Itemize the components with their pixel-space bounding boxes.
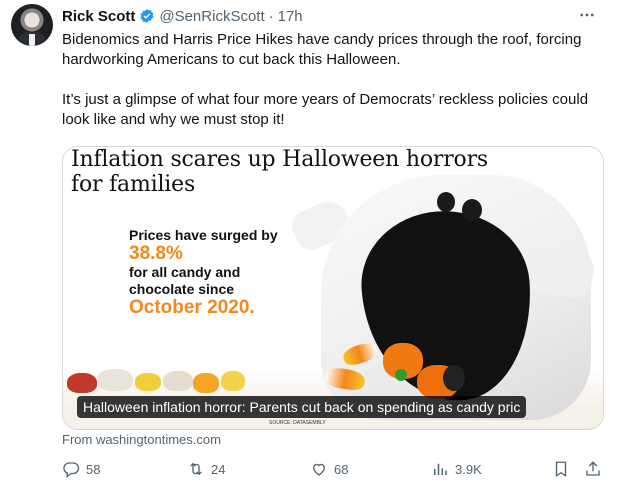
stat-line: for all candy and: [129, 264, 241, 280]
candy-wrapper: [67, 373, 97, 393]
avatar[interactable]: [11, 4, 53, 46]
card-source: SOURCE: DATASEMBLY: [269, 420, 326, 426]
author-name[interactable]: Rick Scott: [62, 8, 135, 25]
ghost-eye-right: [462, 199, 482, 221]
candy-wrapper: [193, 373, 219, 393]
views-icon: [434, 463, 447, 475]
price-stat: Prices have surged by 38.8% for all cand…: [129, 227, 278, 318]
bookmark-icon: [555, 461, 567, 478]
verified-badge-icon: [139, 8, 155, 24]
reply-button[interactable]: 58: [62, 456, 100, 482]
candy-wrapper: [443, 365, 465, 391]
candy-stem: [395, 369, 407, 381]
candy-wrapper: [163, 371, 193, 391]
repost-button[interactable]: 24: [187, 456, 225, 482]
action-bar: 58 24 68 3.9K: [62, 456, 607, 482]
timestamp[interactable]: 17h: [278, 8, 303, 25]
author-handle[interactable]: @SenRickScott: [159, 8, 264, 25]
card-source-link[interactable]: From washingtontimes.com: [62, 432, 221, 447]
more-options-icon[interactable]: [576, 4, 598, 26]
candy-wrapper: [135, 373, 161, 391]
stat-value: 38.8%: [129, 243, 183, 264]
reply-count: 58: [86, 461, 101, 477]
stat-line: Prices have surged by: [129, 227, 278, 243]
link-card[interactable]: Inflation scares up Halloween horrors fo…: [62, 146, 604, 430]
views-button[interactable]: 3.9K: [431, 456, 482, 482]
separator-dot: ·: [268, 7, 274, 25]
candy-wrapper: [97, 369, 133, 391]
tweet-text: Bidenomics and Harris Price Hikes have c…: [62, 30, 607, 130]
like-button[interactable]: 68: [310, 456, 348, 482]
reply-icon: [63, 462, 80, 478]
card-caption: Halloween inflation horror: Parents cut …: [77, 396, 527, 418]
avatar-shirt: [29, 34, 35, 46]
card-headline: Inflation scares up Halloween horrors fo…: [71, 147, 488, 197]
share-icon: [586, 461, 600, 476]
stat-date: October 2020.: [129, 297, 255, 318]
like-count: 68: [334, 461, 349, 477]
repost-icon: [190, 462, 202, 476]
tweet-paragraph: Bidenomics and Harris Price Hikes have c…: [62, 31, 582, 68]
tweet: Rick Scott @SenRickScott · 17h Bidenomic…: [0, 0, 624, 494]
bookmark-button[interactable]: [552, 456, 576, 482]
tweet-header: Rick Scott @SenRickScott · 17h: [62, 6, 303, 26]
like-icon: [313, 463, 325, 476]
candy-wrapper: [221, 371, 245, 391]
views-count: 3.9K: [455, 461, 482, 477]
stat-line: chocolate since: [129, 281, 235, 297]
share-button[interactable]: [584, 456, 608, 482]
tweet-paragraph: It’s just a glimpse of what four more ye…: [62, 91, 589, 128]
repost-count: 24: [211, 461, 226, 477]
